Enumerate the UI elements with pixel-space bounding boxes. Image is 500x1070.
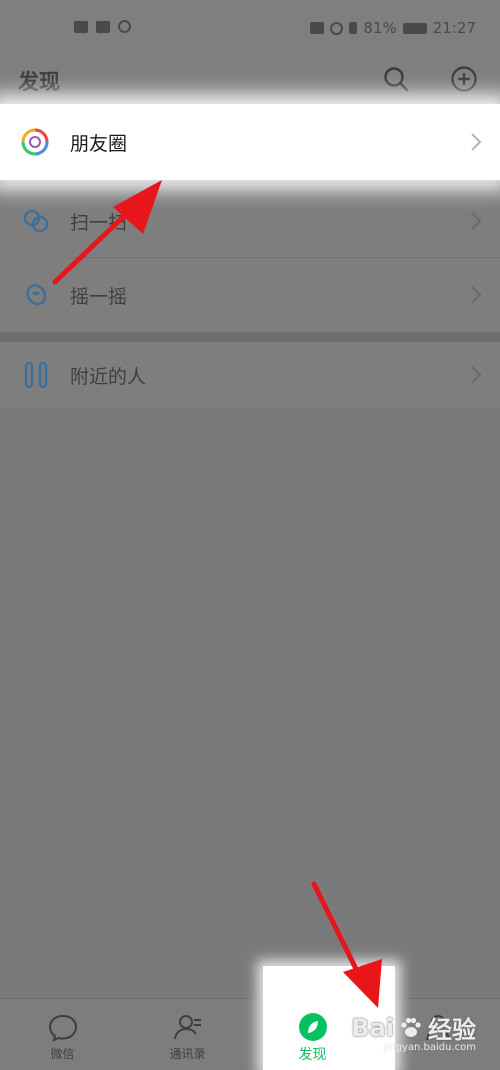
menu-item-label: 朋友圈 [70,132,128,155]
watermark-brand-suffix: 经验 [428,1016,476,1044]
nearby-people-icon [24,361,48,389]
tab-contacts[interactable]: 通讯录 [125,999,250,1070]
tab-label: 发现 [298,1047,327,1063]
chevron-right-icon [471,212,482,230]
menu-item-label: 附近的人 [70,365,147,388]
menu-item-nearby[interactable]: 附近的人 [0,342,500,408]
tab-label: 通讯录 [169,1047,206,1061]
moments-aperture-icon [21,128,49,156]
menu-group-tools: 扫一扫 摇一摇 [0,184,500,332]
chevron-right-icon [471,366,482,384]
battery-icon [402,22,427,34]
section-gap [0,332,500,342]
plus-circle-icon[interactable] [449,64,479,94]
menu-item-moments[interactable]: 朋友圈 [0,104,500,180]
chat-bubble-icon [48,1014,78,1042]
status-left-icons [74,20,131,33]
bluetooth-icon [349,22,358,34]
contacts-icon [174,1015,201,1040]
status-bar: 81% 21:27 [0,0,500,58]
watermark-url: jingyan.baidu.com [383,1042,476,1053]
header: 发现 [0,58,500,104]
vibrate-icon [310,22,325,34]
paw-icon [401,1017,421,1037]
alarm-icon [330,21,344,35]
clock: 21:27 [432,19,476,37]
tab-chats[interactable]: 微信 [0,999,125,1070]
sync-icon [118,20,131,33]
menu-item-scan[interactable]: 扫一扫 [0,184,500,258]
battery-percent: 81% [363,19,397,37]
page-title: 发现 [18,70,60,94]
menu-item-label: 摇一摇 [70,285,128,308]
chevron-right-icon [471,133,482,151]
scan-icon [23,209,49,233]
signal-icon [96,20,110,33]
menu-item-shake[interactable]: 摇一摇 [0,258,500,332]
status-right-icons: 81% 21:27 [310,19,476,37]
search-icon[interactable] [381,64,411,94]
menu-item-label: 扫一扫 [70,211,128,234]
watermark-brand: Bai [351,1013,394,1042]
hd-icon [74,20,88,33]
tab-label: 微信 [50,1047,75,1061]
chevron-right-icon [471,286,482,304]
baidu-watermark: Bai 经验 [351,1010,476,1045]
compass-icon [299,1013,327,1041]
menu-group-nearby: 附近的人 [0,342,500,408]
shake-icon [26,284,47,306]
